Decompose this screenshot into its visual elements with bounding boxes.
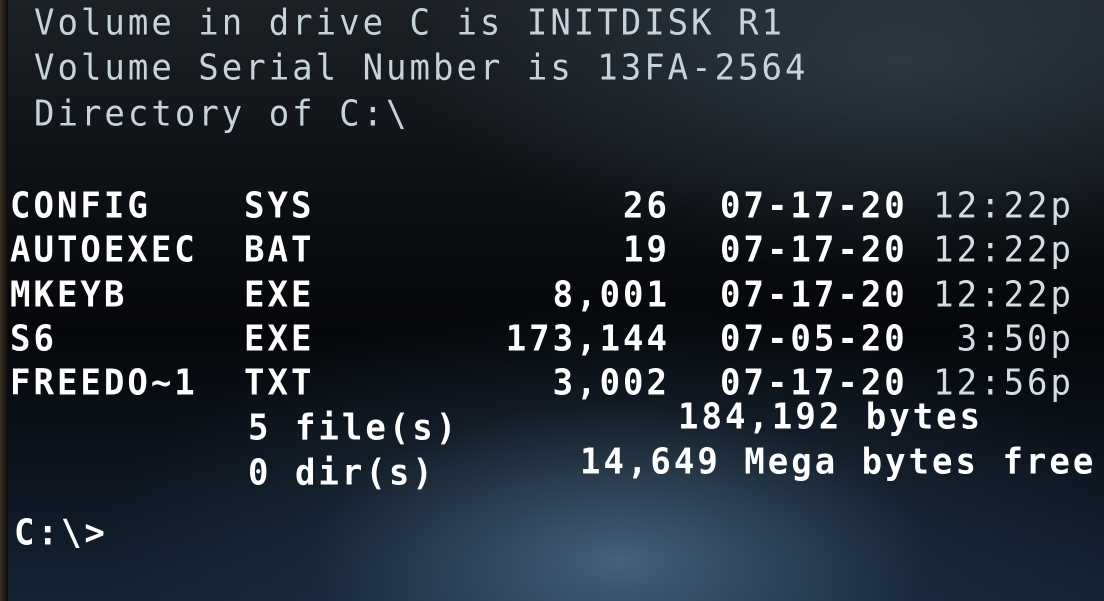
file-size: 8,001 — [552, 274, 670, 316]
files-total-bytes: 184,192 bytes — [678, 396, 984, 438]
file-date: 07-17-20 — [720, 274, 908, 316]
file-size: 19 — [623, 229, 670, 271]
dos-terminal-screen: Volume in drive C is INITDISK R1 Volume … — [0, 0, 1104, 601]
file-size: 26 — [623, 185, 670, 227]
file-extension: EXE — [244, 318, 315, 360]
file-time: 12:22p — [933, 185, 1074, 227]
file-name: CONFIG — [10, 185, 151, 227]
file-time: 3:50p — [956, 318, 1074, 360]
file-name: S6 — [10, 318, 57, 360]
dirs-count: 0 dir(s) — [248, 452, 436, 494]
free-space: 14,649 Mega bytes free — [580, 441, 1097, 483]
file-extension: SYS — [244, 185, 315, 227]
file-name: AUTOEXEC — [10, 229, 198, 271]
file-time: 12:22p — [933, 229, 1074, 271]
file-extension: EXE — [244, 274, 315, 316]
file-size: 3,002 — [552, 362, 670, 404]
file-size: 173,144 — [505, 318, 670, 360]
file-date: 07-17-20 — [720, 185, 908, 227]
file-time: 12:22p — [933, 274, 1074, 316]
files-count: 5 file(s) — [248, 407, 460, 449]
volume-label-line: Volume in drive C is INITDISK R1 — [34, 2, 786, 44]
directory-of-line: Directory of C:\ — [34, 93, 410, 135]
monitor-bezel — [0, 0, 8, 601]
command-prompt[interactable]: C:\> — [14, 512, 108, 554]
volume-serial-line: Volume Serial Number is 13FA-2564 — [34, 47, 809, 89]
file-date: 07-17-20 — [720, 229, 908, 271]
file-extension: BAT — [244, 229, 315, 271]
file-extension: TXT — [244, 362, 315, 404]
file-name: MKEYB — [10, 274, 128, 316]
file-date: 07-05-20 — [720, 318, 908, 360]
file-name: FREEDO~1 — [10, 362, 198, 404]
